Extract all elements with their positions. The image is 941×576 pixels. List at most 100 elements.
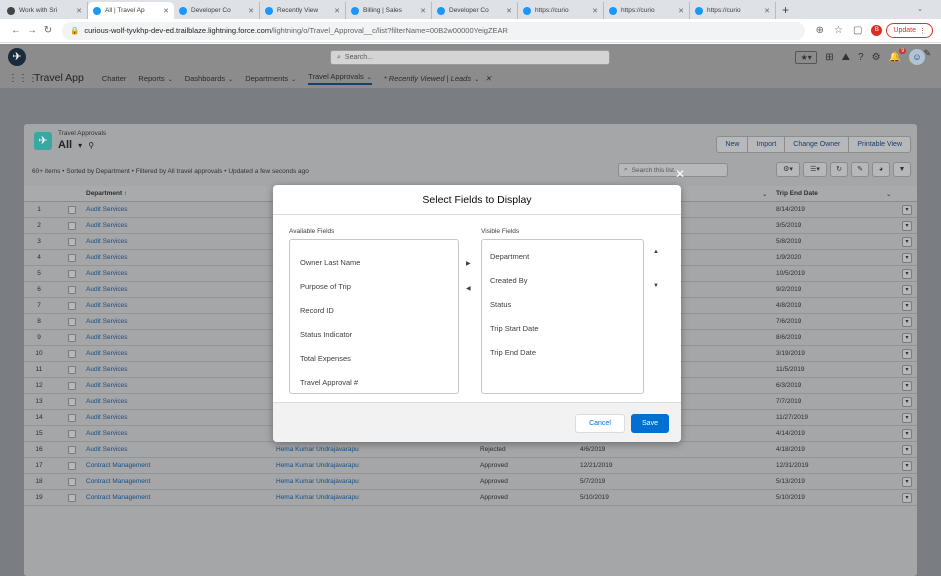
available-field-option[interactable]: Status Indicator xyxy=(300,330,352,339)
available-field-option[interactable]: Record ID xyxy=(300,306,334,315)
install-icon[interactable]: ⊕ xyxy=(816,25,824,36)
row-actions-icon[interactable]: ▾ xyxy=(902,349,912,359)
row-actions-icon[interactable]: ▾ xyxy=(902,445,912,455)
chevron-down-icon[interactable]: ⌄ xyxy=(474,77,479,83)
setup-gear-icon[interactable]: ⚙ xyxy=(872,52,881,63)
row-checkbox[interactable] xyxy=(68,398,76,406)
row-checkbox[interactable] xyxy=(68,302,76,310)
row-actions-icon[interactable]: ▾ xyxy=(902,285,912,295)
chevron-down-icon[interactable]: ⌄ xyxy=(291,77,296,83)
close-icon[interactable]: ✕ xyxy=(485,74,491,83)
close-tab-icon[interactable]: ✕ xyxy=(420,7,426,15)
row-checkbox[interactable] xyxy=(68,350,76,358)
department-link[interactable]: Audit Services xyxy=(86,414,128,421)
row-actions-icon[interactable]: ▾ xyxy=(902,205,912,215)
visible-fields-list[interactable]: Department Created By Status Trip Start Dat… xyxy=(481,239,644,394)
column-header-department[interactable]: Department ↑ xyxy=(86,190,127,197)
bookmark-star-icon[interactable]: ☆ xyxy=(834,25,843,36)
department-link[interactable]: Audit Services xyxy=(86,206,128,213)
reload-icon[interactable]: ↻ xyxy=(40,25,56,36)
list-action-button[interactable]: Change Owner xyxy=(784,136,850,153)
department-link[interactable]: Audit Services xyxy=(86,222,128,229)
department-link[interactable]: Contract Management xyxy=(86,494,150,501)
back-icon[interactable]: ← xyxy=(8,25,24,36)
update-button[interactable]: Update ⋮ xyxy=(886,23,933,38)
row-checkbox[interactable] xyxy=(68,318,76,326)
owner-link[interactable]: Hema Kumar Undrajavarapu xyxy=(276,462,359,469)
save-button[interactable]: Save xyxy=(631,414,669,433)
favorites-icon[interactable]: ★▾ xyxy=(795,50,818,64)
list-action-button[interactable]: Printable View xyxy=(848,136,911,153)
list-action-button[interactable]: New xyxy=(716,136,749,153)
owner-link[interactable]: Hema Kumar Undrajavarapu xyxy=(276,446,359,453)
chevron-down-icon[interactable]: ⌄ xyxy=(886,190,891,198)
browser-tab[interactable]: Developer Co ✕ xyxy=(174,2,260,19)
row-checkbox[interactable] xyxy=(68,222,76,230)
address-bar[interactable]: 🔒 curious-wolf-tyvkhp-dev-ed.trailblaze.… xyxy=(62,21,805,40)
app-launcher-icon[interactable]: ⋮⋮⋮ xyxy=(8,73,38,84)
forward-icon[interactable]: → xyxy=(24,25,40,36)
extension-icon[interactable]: ▢ xyxy=(853,25,862,36)
visible-field-option[interactable]: Status xyxy=(490,300,511,309)
row-actions-icon[interactable]: ▾ xyxy=(902,413,912,423)
new-tab-icon[interactable]: + xyxy=(776,3,795,19)
nav-item[interactable]: Dashboards ⌄ xyxy=(185,74,233,83)
department-link[interactable]: Audit Services xyxy=(86,238,128,245)
department-link[interactable]: Audit Services xyxy=(86,318,128,325)
row-checkbox[interactable] xyxy=(68,270,76,278)
tab-search-icon[interactable]: ⌄ xyxy=(917,5,923,13)
available-field-option[interactable]: Total Expenses xyxy=(300,354,351,363)
help-icon[interactable]: ? xyxy=(858,52,864,63)
browser-tab[interactable]: https://curio ✕ xyxy=(690,2,776,19)
visible-field-option[interactable]: Trip End Date xyxy=(490,348,536,357)
close-tab-icon[interactable]: ✕ xyxy=(334,7,340,15)
row-checkbox[interactable] xyxy=(68,494,76,502)
filter-icon[interactable]: ▼ xyxy=(893,162,911,177)
row-actions-icon[interactable]: ▾ xyxy=(902,269,912,279)
close-icon[interactable]: ✕ xyxy=(675,167,685,181)
close-tab-icon[interactable]: ✕ xyxy=(76,7,82,15)
department-link[interactable]: Contract Management xyxy=(86,462,150,469)
profile-avatar[interactable]: B xyxy=(871,25,883,36)
nav-item[interactable]: Travel Approvals ⌄ xyxy=(308,72,372,85)
chevron-down-icon[interactable]: ⌄ xyxy=(168,77,173,83)
owner-link[interactable]: Hema Kumar Undrajavarapu xyxy=(276,494,359,501)
row-actions-icon[interactable]: ▾ xyxy=(902,397,912,407)
row-checkbox[interactable] xyxy=(68,206,76,214)
available-field-option[interactable]: Travel Approval # xyxy=(300,378,358,387)
row-actions-icon[interactable]: ▾ xyxy=(902,461,912,471)
visible-field-option[interactable]: Created By xyxy=(490,276,528,285)
nav-item[interactable]: Departments ⌄ xyxy=(245,74,296,83)
display-as-table-icon[interactable]: ☰▾ xyxy=(803,162,827,177)
row-actions-icon[interactable]: ▾ xyxy=(902,253,912,263)
department-link[interactable]: Audit Services xyxy=(86,430,128,437)
browser-tab[interactable]: https://curio ✕ xyxy=(518,2,604,19)
close-tab-icon[interactable]: ✕ xyxy=(678,7,684,15)
browser-tab[interactable]: Developer Co ✕ xyxy=(432,2,518,19)
department-link[interactable]: Audit Services xyxy=(86,270,128,277)
global-search-input[interactable]: ⌕ Search... xyxy=(330,50,610,65)
row-checkbox[interactable] xyxy=(68,446,76,454)
nav-item[interactable]: Chatter xyxy=(102,74,127,83)
department-link[interactable]: Audit Services xyxy=(86,398,128,405)
visible-field-option[interactable]: Trip Start Date xyxy=(490,324,539,333)
row-actions-icon[interactable]: ▾ xyxy=(902,221,912,231)
nav-item[interactable]: * Recently Viewed | Leads ⌄ ✕ xyxy=(384,74,492,83)
row-checkbox[interactable] xyxy=(68,286,76,294)
move-right-arrow-icon[interactable]: ▶ xyxy=(466,260,471,267)
trailhead-icon[interactable]: ⛰ xyxy=(842,52,850,63)
pin-icon[interactable]: ⚲ xyxy=(88,141,94,150)
notifications-bell-icon[interactable]: 🔔 9 xyxy=(889,47,906,63)
browser-tab[interactable]: Recently View ✕ xyxy=(260,2,346,19)
row-actions-icon[interactable]: ▾ xyxy=(902,333,912,343)
row-checkbox[interactable] xyxy=(68,254,76,262)
row-actions-icon[interactable]: ▾ xyxy=(902,301,912,311)
department-link[interactable]: Audit Services xyxy=(86,366,128,373)
department-link[interactable]: Audit Services xyxy=(86,254,128,261)
chart-icon[interactable]: ◕ xyxy=(872,162,890,177)
row-actions-icon[interactable]: ▾ xyxy=(902,493,912,503)
cancel-button[interactable]: Cancel xyxy=(575,414,625,433)
available-field-option[interactable]: Owner Last Name xyxy=(300,258,360,267)
column-header-trip-end-date[interactable]: Trip End Date xyxy=(776,190,818,197)
edit-nav-icon[interactable]: ✎ xyxy=(923,48,931,59)
